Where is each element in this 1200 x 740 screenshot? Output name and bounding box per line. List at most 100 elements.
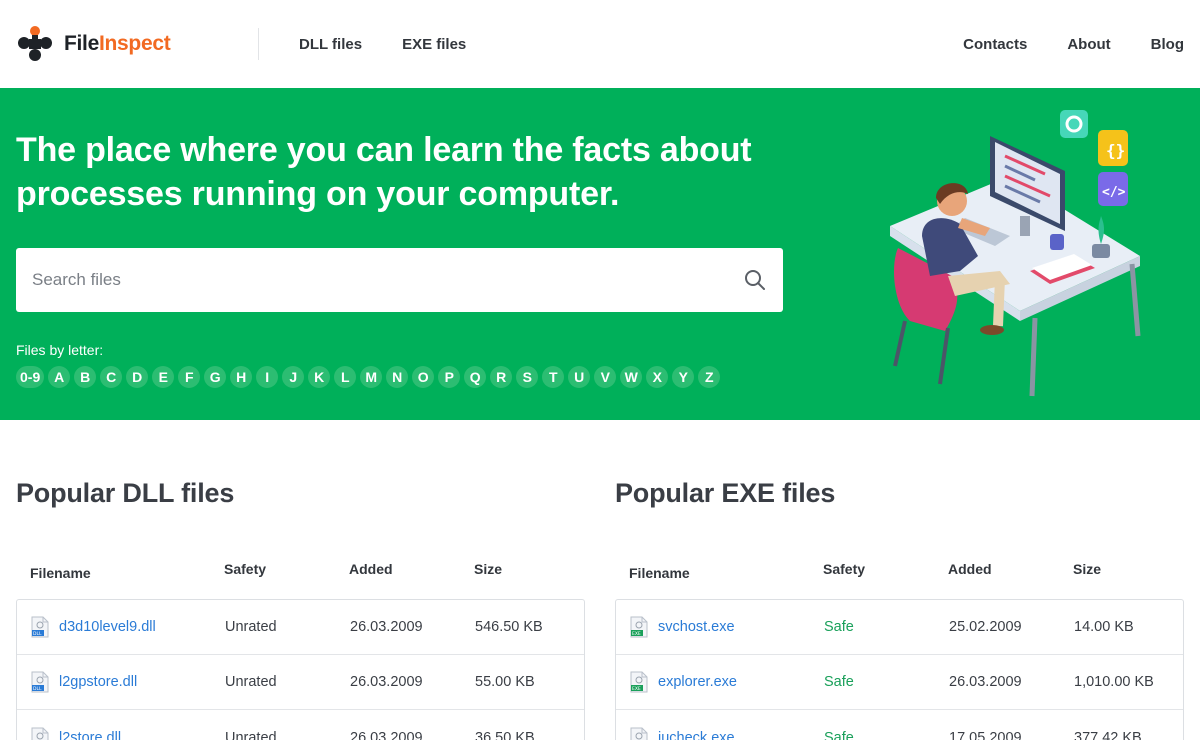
letter-filter-w[interactable]: W: [620, 366, 643, 388]
table-row: DLL d3d10level9.dll Unrated 26.03.2009 546.5…: [17, 600, 584, 655]
dll-header-added: Added: [349, 561, 393, 577]
safety-cell: Safe: [824, 729, 854, 740]
added-cell: 26.03.2009: [350, 729, 423, 740]
letter-filter-m[interactable]: M: [360, 366, 383, 388]
letter-filter-0-9[interactable]: 0-9: [16, 366, 45, 388]
safety-cell: Unrated: [225, 619, 277, 635]
dll-file-icon: DLL: [31, 616, 49, 638]
primary-nav: DLL files EXE files: [299, 36, 466, 53]
logo-icon: [18, 26, 52, 61]
secondary-nav: Contacts About Blog: [963, 36, 1184, 53]
letter-filter-k[interactable]: K: [308, 366, 331, 388]
letter-filter-q[interactable]: Q: [464, 366, 487, 388]
letter-filter-h[interactable]: H: [230, 366, 253, 388]
safety-cell: Safe: [824, 619, 854, 635]
table-row: EXE jucheck.exe Safe 17.05.2009 377.42 KB: [616, 710, 1183, 740]
hero-title: The place where you can learn the facts …: [16, 128, 816, 216]
letter-filter-x[interactable]: X: [646, 366, 669, 388]
search-input[interactable]: [32, 270, 743, 290]
file-name-cell: DLL l2store.dll: [31, 727, 225, 740]
table-row: DLL l2gpstore.dll Unrated 26.03.2009 55.00 K…: [17, 655, 584, 710]
letter-filter-z[interactable]: Z: [698, 366, 721, 388]
letter-filter-a[interactable]: A: [48, 366, 71, 388]
safety-cell: Safe: [824, 674, 854, 690]
dll-file-icon: DLL: [31, 727, 49, 740]
hero-title-line1: The place where you can learn the facts …: [16, 131, 752, 169]
file-link[interactable]: l2store.dll: [59, 730, 121, 740]
letter-filter-g[interactable]: G: [204, 366, 227, 388]
letter-filter-u[interactable]: U: [568, 366, 591, 388]
file-name-cell: EXE jucheck.exe: [630, 727, 824, 740]
logo[interactable]: FileInspect: [16, 25, 258, 63]
letter-filter-b[interactable]: B: [74, 366, 97, 388]
exe-table-body: EXE svchost.exe Safe 25.02.2009 14.00 KB EXE e…: [615, 599, 1184, 740]
added-cell: 25.02.2009: [949, 619, 1022, 635]
letter-filter-t[interactable]: T: [542, 366, 565, 388]
table-row: DLL l2store.dll Unrated 26.03.2009 36.50 KB: [17, 710, 584, 740]
svg-text:</>: </>: [1102, 185, 1126, 200]
added-cell: 26.03.2009: [949, 674, 1022, 690]
popular-exe-section: Popular EXE files Filename Safety Added …: [615, 478, 1184, 740]
letter-filter-o[interactable]: O: [412, 366, 435, 388]
dll-file-icon: DLL: [31, 671, 49, 693]
popular-exe-title: Popular EXE files: [615, 478, 836, 508]
letter-filter-n[interactable]: N: [386, 366, 409, 388]
file-name-cell: EXE explorer.exe: [630, 671, 824, 693]
exe-file-icon: EXE: [630, 616, 648, 638]
letter-filter-r[interactable]: R: [490, 366, 513, 388]
dll-header-size: Size: [474, 561, 503, 577]
size-cell: 55.00 KB: [475, 674, 535, 690]
nav-blog[interactable]: Blog: [1151, 36, 1184, 53]
header-divider: [258, 28, 259, 60]
nav-about[interactable]: About: [1067, 36, 1110, 53]
nav-dll-files[interactable]: DLL files: [299, 36, 362, 53]
letter-filter-f[interactable]: F: [178, 366, 201, 388]
size-cell: 36.50 KB: [475, 729, 535, 740]
letter-filter-y[interactable]: Y: [672, 366, 695, 388]
dll-header-safety: Safety: [224, 561, 267, 577]
exe-header-safety: Safety: [823, 561, 866, 577]
table-row: EXE explorer.exe Safe 26.03.2009 1,010.00 KB: [616, 655, 1183, 710]
file-name-cell: DLL d3d10level9.dll: [31, 616, 225, 638]
added-cell: 26.03.2009: [350, 674, 423, 690]
hero-banner: The place where you can learn the facts …: [0, 88, 1200, 420]
nav-exe-files[interactable]: EXE files: [402, 36, 466, 53]
added-cell: 26.03.2009: [350, 619, 423, 635]
letter-filter-c[interactable]: C: [100, 366, 123, 388]
hero-title-line2: processes running on your computer.: [16, 175, 620, 213]
size-cell: 377.42 KB: [1074, 729, 1142, 740]
dll-header-filename: Filename: [30, 565, 91, 581]
logo-text: FileInspect: [64, 32, 171, 56]
developer-illustration: {} </>: [890, 110, 1141, 397]
letter-filter-s[interactable]: S: [516, 366, 539, 388]
logo-text-part1: File: [64, 32, 99, 55]
search-icon[interactable]: [743, 268, 767, 292]
popular-dll-title: Popular DLL files: [16, 478, 235, 508]
nav-contacts[interactable]: Contacts: [963, 36, 1027, 53]
file-link[interactable]: svchost.exe: [658, 619, 735, 635]
exe-file-icon: EXE: [630, 727, 648, 740]
file-link[interactable]: d3d10level9.dll: [59, 619, 156, 635]
letter-filter-p[interactable]: P: [438, 366, 461, 388]
logo-text-part2: Inspect: [98, 32, 171, 55]
safety-cell: Unrated: [225, 674, 277, 690]
site-header: FileInspect DLL files EXE files Contacts…: [0, 0, 1200, 88]
letter-filter-j[interactable]: J: [282, 366, 305, 388]
letter-filter-l[interactable]: L: [334, 366, 357, 388]
size-cell: 546.50 KB: [475, 619, 543, 635]
svg-text:EXE: EXE: [632, 631, 641, 637]
svg-text:DLL: DLL: [33, 686, 42, 692]
letter-filter-v[interactable]: V: [594, 366, 617, 388]
exe-table-header: Filename Safety Added Size: [615, 561, 1184, 585]
file-link[interactable]: l2gpstore.dll: [59, 674, 137, 690]
file-link[interactable]: explorer.exe: [658, 674, 737, 690]
size-cell: 14.00 KB: [1074, 619, 1134, 635]
dll-table-header: Filename Safety Added Size: [16, 561, 585, 585]
letter-filter-d[interactable]: D: [126, 366, 149, 388]
added-cell: 17.05.2009: [949, 729, 1022, 740]
exe-file-icon: EXE: [630, 671, 648, 693]
svg-text:DLL: DLL: [33, 631, 42, 637]
letter-filter-i[interactable]: I: [256, 366, 279, 388]
file-link[interactable]: jucheck.exe: [658, 730, 735, 740]
letter-filter-e[interactable]: E: [152, 366, 175, 388]
